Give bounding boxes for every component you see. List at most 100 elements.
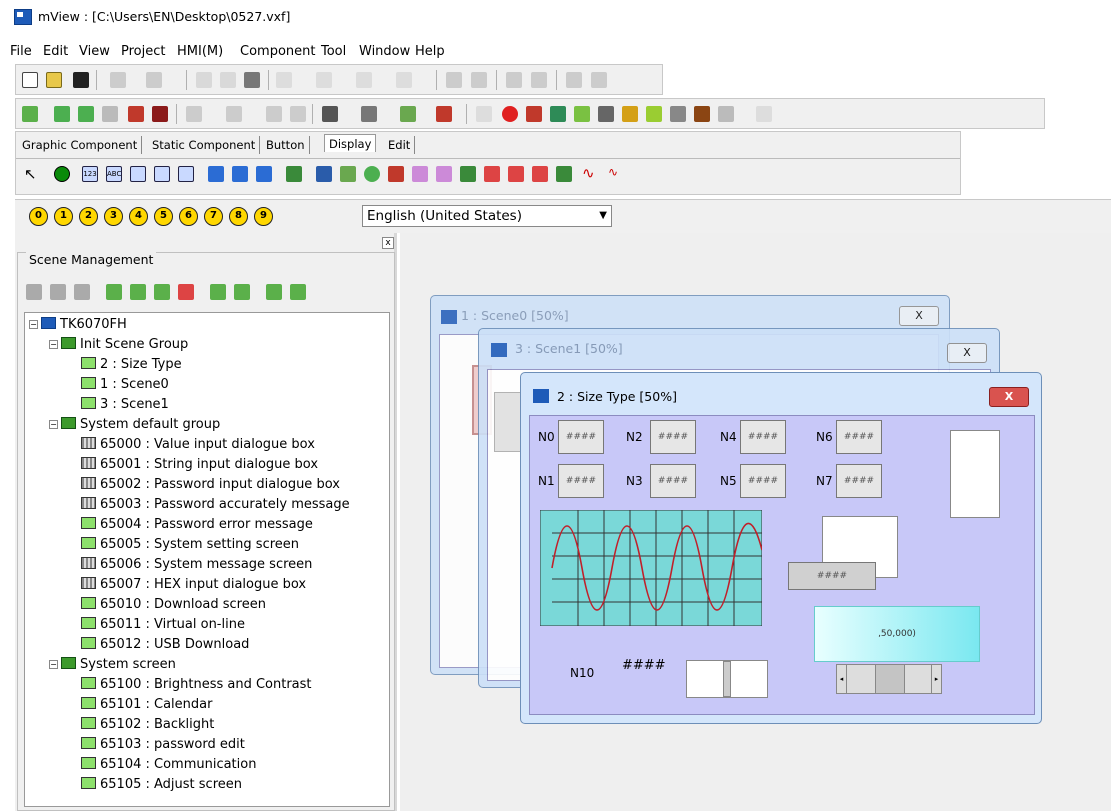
state-5-button[interactable]: 5: [154, 207, 173, 226]
save-icon[interactable]: [73, 72, 89, 88]
numeric-n6[interactable]: ####: [836, 420, 882, 454]
paste-icon[interactable]: [244, 72, 260, 88]
tree-group-init[interactable]: − Init Scene Group: [49, 337, 188, 357]
scene1-close-button[interactable]: X: [947, 343, 987, 363]
simulate-online-icon[interactable]: [152, 106, 168, 122]
collapse-icon[interactable]: −: [49, 660, 58, 669]
menu-window[interactable]: Window: [359, 44, 410, 59]
tree-item-65004[interactable]: 65004 : Password error message: [81, 517, 313, 537]
scroll-left-icon[interactable]: ◂: [837, 665, 847, 693]
upload-icon[interactable]: [78, 106, 94, 122]
tree-item-65012[interactable]: 65012 : USB Download: [81, 637, 249, 657]
align-left-icon[interactable]: [276, 72, 292, 88]
alarm-icon[interactable]: [502, 106, 518, 122]
printer-icon[interactable]: [598, 106, 614, 122]
curve-icon[interactable]: ∿: [582, 164, 598, 182]
new-group-icon[interactable]: [266, 284, 282, 300]
zoom-out-icon[interactable]: [290, 106, 306, 122]
collapse-icon[interactable]: −: [29, 320, 38, 329]
slider-track[interactable]: [686, 660, 768, 698]
alarm-history-icon[interactable]: [484, 166, 500, 182]
snap-icon[interactable]: [226, 106, 242, 122]
table-icon[interactable]: [756, 106, 772, 122]
ascii-display-icon[interactable]: ABC: [106, 166, 122, 182]
abc-icon[interactable]: [436, 106, 452, 122]
tree-item-65007[interactable]: 65007 : HEX input dialogue box: [81, 577, 306, 597]
scrollbar[interactable]: ◂ ▸: [836, 664, 942, 694]
numeric-n2[interactable]: ####: [650, 420, 696, 454]
tab-edit[interactable]: Edit: [384, 136, 416, 154]
group-icon[interactable]: [566, 72, 582, 88]
menu-component[interactable]: Component: [240, 44, 315, 59]
tree-item-65102[interactable]: 65102 : Backlight: [81, 717, 214, 737]
align-center-icon[interactable]: [316, 72, 332, 88]
menu-tool[interactable]: Tool: [321, 44, 346, 59]
menu-project[interactable]: Project: [121, 44, 165, 59]
numeric-n4[interactable]: ####: [740, 420, 786, 454]
zoom-in-icon[interactable]: [266, 106, 282, 122]
tree-item-scene1[interactable]: 3 : Scene1: [81, 397, 169, 417]
numeric-display[interactable]: ####: [788, 562, 876, 590]
state-2-button[interactable]: 2: [79, 207, 98, 226]
tree-group-system-screen[interactable]: − System screen: [49, 657, 176, 677]
state-6-button[interactable]: 6: [179, 207, 198, 226]
menu-view[interactable]: View: [79, 44, 110, 59]
macro-icon[interactable]: [646, 106, 662, 122]
align-top-icon[interactable]: [396, 72, 412, 88]
keyboard-icon[interactable]: [476, 106, 492, 122]
tree-item-65101[interactable]: 65101 : Calendar: [81, 697, 212, 717]
numeric-n3[interactable]: ####: [650, 464, 696, 498]
event-icon[interactable]: [340, 166, 356, 182]
tree-item-65006[interactable]: 65006 : System message screen: [81, 557, 312, 577]
trend-graph[interactable]: [540, 510, 762, 626]
arrow-icon[interactable]: [526, 106, 542, 122]
menu-help[interactable]: Help: [415, 44, 445, 59]
new-window-icon[interactable]: [130, 284, 146, 300]
copy-icon[interactable]: [220, 72, 236, 88]
pen-icon[interactable]: [400, 106, 416, 122]
same-height-icon[interactable]: [471, 72, 487, 88]
database-icon[interactable]: [622, 106, 638, 122]
numeric-n7[interactable]: ####: [836, 464, 882, 498]
scene0-close-button[interactable]: X: [899, 306, 939, 326]
state-9-button[interactable]: 9: [254, 207, 273, 226]
size-type-close-button[interactable]: X: [989, 387, 1029, 407]
tree-item-size-type[interactable]: 2 : Size Type: [81, 357, 182, 377]
tree-item-65002[interactable]: 65002 : Password input dialogue box: [81, 477, 340, 497]
scene-import-icon[interactable]: [210, 284, 226, 300]
recipe-icon[interactable]: [574, 106, 590, 122]
tab-static-component[interactable]: Static Component: [148, 136, 261, 154]
new-file-icon[interactable]: [22, 72, 38, 88]
same-width-icon[interactable]: [446, 72, 462, 88]
tree-item-65000[interactable]: 65000 : Value input dialogue box: [81, 437, 315, 457]
check-icon[interactable]: [718, 106, 734, 122]
collapse-icon[interactable]: −: [49, 340, 58, 349]
monitor-icon[interactable]: [694, 106, 710, 122]
tree-group-system-default[interactable]: − System default group: [49, 417, 220, 437]
menu-file[interactable]: File: [10, 44, 32, 59]
tree-item-65010[interactable]: 65010 : Download screen: [81, 597, 266, 617]
sound-icon[interactable]: [550, 106, 566, 122]
xy-plot-icon[interactable]: [388, 166, 404, 182]
line-chart-icon[interactable]: [412, 166, 428, 182]
menu-hmi[interactable]: HMI(M): [177, 44, 223, 59]
state-7-button[interactable]: 7: [204, 207, 223, 226]
message-icon[interactable]: [670, 106, 686, 122]
numeric-n0[interactable]: ####: [558, 420, 604, 454]
xy-curve-icon[interactable]: ∿: [608, 165, 624, 181]
tree-item-scene0[interactable]: 1 : Scene0: [81, 377, 169, 397]
gear-icon[interactable]: [361, 106, 377, 122]
alarm-list-icon[interactable]: [532, 166, 548, 182]
connect-icon[interactable]: [102, 106, 118, 122]
front-icon[interactable]: [506, 72, 522, 88]
tree-item-65103[interactable]: 65103 : password edit: [81, 737, 245, 757]
font-icon[interactable]: [591, 72, 607, 88]
meter-icon[interactable]: [232, 166, 248, 182]
tree-item-65001[interactable]: 65001 : String input dialogue box: [81, 457, 318, 477]
align-right-icon[interactable]: [356, 72, 372, 88]
undo-icon[interactable]: [110, 72, 126, 88]
state-3-button[interactable]: 3: [104, 207, 123, 226]
tab-display[interactable]: Display: [324, 134, 377, 152]
trend-icon[interactable]: [286, 166, 302, 182]
size-type-window[interactable]: 2 : Size Type [50%] X N0 #### N2 #### N4…: [520, 372, 1042, 724]
